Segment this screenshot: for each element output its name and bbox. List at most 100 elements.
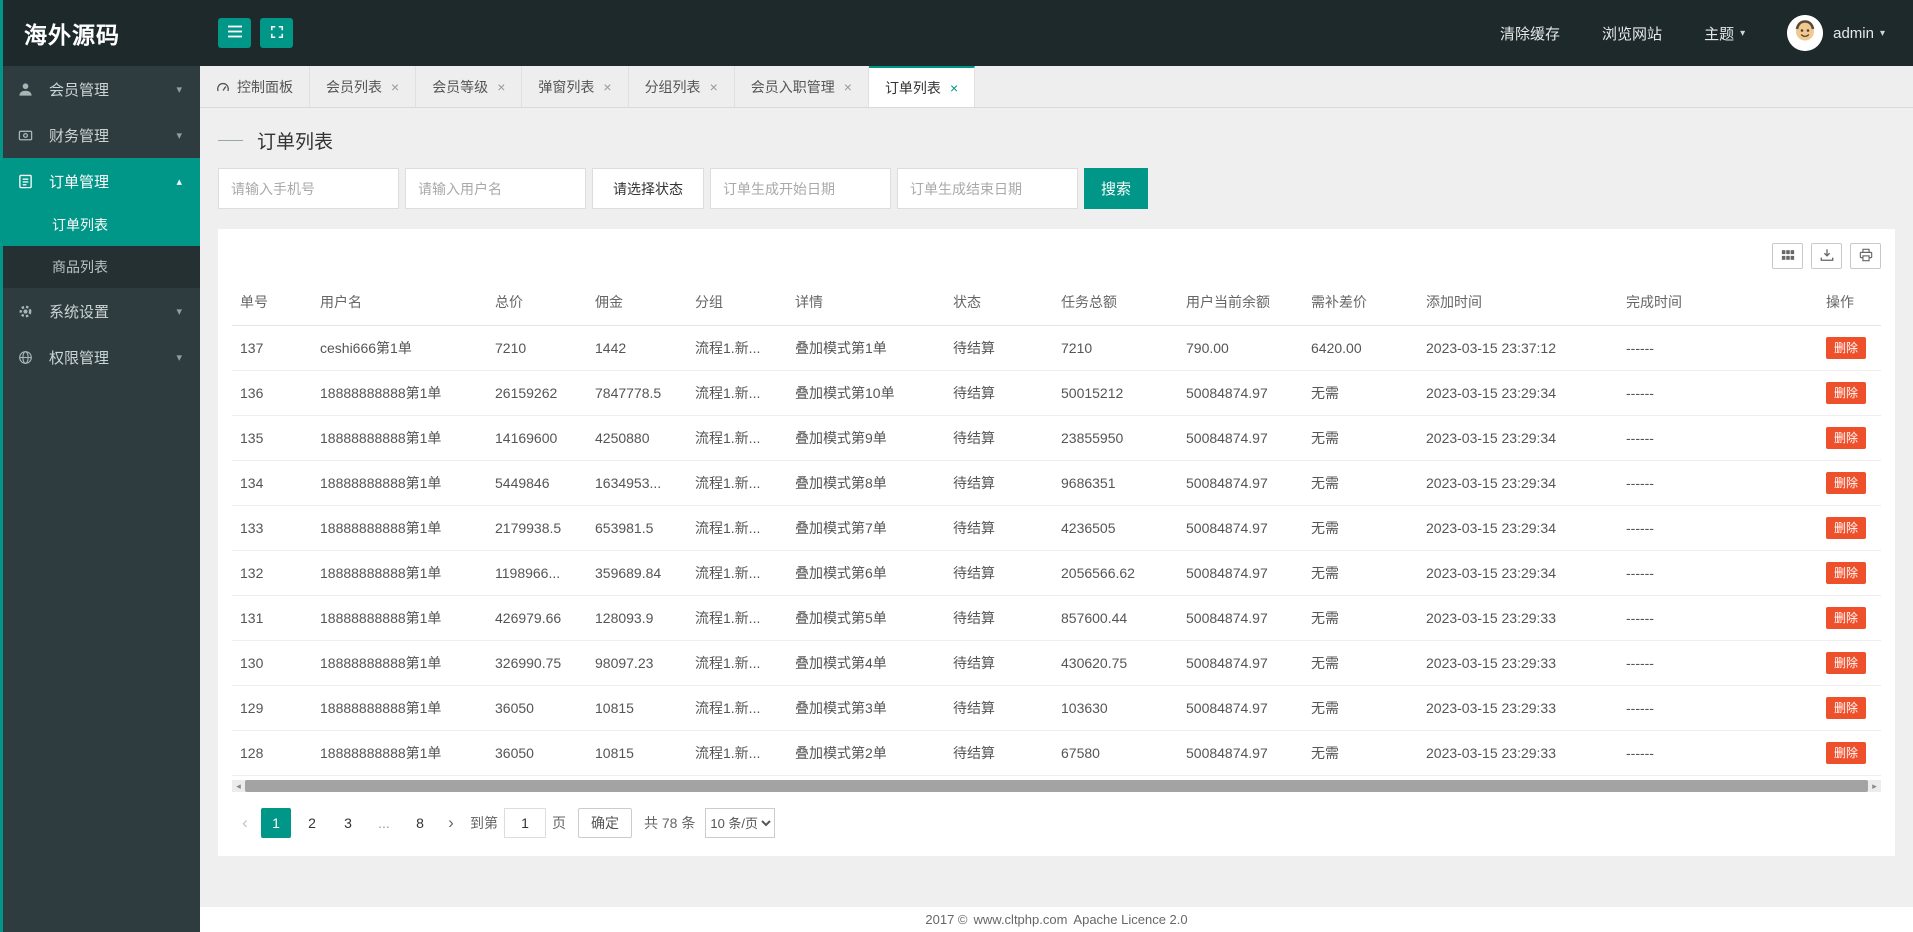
download-icon	[1820, 248, 1834, 265]
delete-button[interactable]: 删除	[1826, 427, 1867, 449]
scrollbar-thumb[interactable]	[245, 780, 1868, 792]
search-button[interactable]: 搜索	[1084, 168, 1148, 209]
phone-input[interactable]	[218, 168, 399, 209]
delete-button[interactable]: 删除	[1826, 472, 1867, 494]
user-avatar[interactable]	[1787, 15, 1824, 51]
chevron-up-icon: ▴	[176, 175, 182, 188]
end-date-input[interactable]	[897, 168, 1078, 209]
content: 订单列表 请选择状态 搜索 单号用户名总价佣金分组详情状	[200, 108, 1913, 856]
column-header: 添加时间	[1418, 279, 1618, 326]
table-row: 128 18888888888第1单 36050 10815 流程1.新... 叠加模式第…	[232, 730, 1881, 776]
finance-icon	[18, 127, 39, 143]
title-line	[218, 139, 243, 141]
table-row: 137 ceshi666第1单 7210 1442 流程1.新... 叠加模式第1单 待结算…	[232, 325, 1881, 371]
table-body: 137 ceshi666第1单 7210 1442 流程1.新... 叠加模式第1单 待结算…	[232, 325, 1881, 776]
table-row: 135 18888888888第1单 14169600 4250880 流程1.新...…	[232, 415, 1881, 461]
delete-button[interactable]: 删除	[1826, 697, 1867, 719]
sidebar-item-system[interactable]: 系统设置 ▾	[0, 288, 200, 334]
horizontal-scrollbar[interactable]: ◂ ▸	[232, 780, 1881, 792]
table-row: 130 18888888888第1单 326990.75 98097.23 流程1.新.…	[232, 640, 1881, 686]
username-label: admin	[1833, 24, 1874, 42]
footer: 2017 © www.cltphp.com Apache Licence 2.0	[200, 907, 1913, 932]
page-size-select[interactable]: 10 条/页	[705, 808, 776, 838]
page-button-2[interactable]: 2	[297, 808, 327, 838]
columns-button[interactable]	[1772, 243, 1803, 269]
tab-popup-list[interactable]: 弹窗列表 ×	[522, 66, 629, 107]
topbar-right: 清除缓存 浏览网站 主题 ▾ admin ▾	[1458, 15, 1913, 51]
table-header-row: 单号 用户名 总价 佣金 分组 详情 状态 任务总额 用户当前余额 需补差价 添加时间 完成时间 操作	[232, 279, 1881, 326]
column-header: 用户名	[312, 279, 487, 326]
prev-page-button[interactable]: ‹	[232, 813, 258, 833]
clear-cache-link[interactable]: 清除缓存	[1500, 23, 1560, 44]
browse-site-link[interactable]: 浏览网站	[1602, 23, 1662, 44]
column-header: 总价	[487, 279, 587, 326]
user-menu[interactable]: admin ▾	[1833, 25, 1885, 42]
page-title-text: 订单列表	[257, 131, 334, 153]
sidebar-item-orders[interactable]: 订单管理 ▴	[0, 158, 200, 204]
close-icon[interactable]: ×	[844, 80, 852, 94]
table-row: 129 18888888888第1单 36050 10815 流程1.新... 叠加模式第…	[232, 685, 1881, 731]
close-icon[interactable]: ×	[603, 80, 611, 94]
sidebar-item-order-list[interactable]: 订单列表	[0, 204, 200, 246]
column-header: 分组	[687, 279, 787, 326]
order-table-card: 单号 用户名 总价 佣金 分组 详情 状态 任务总额 用户当前余额 需补差价 添加时间 完成时间 操作 …	[218, 229, 1895, 856]
next-page-button[interactable]: ›	[438, 813, 464, 833]
tab-member-list[interactable]: 会员列表 ×	[310, 66, 417, 107]
tab-order-list[interactable]: 订单列表 ×	[868, 66, 976, 107]
left-accent-border	[0, 0, 3, 932]
orders-table: 单号 用户名 总价 佣金 分组 详情 状态 任务总额 用户当前余额 需补差价 添加时间 完成时间 操作 …	[232, 279, 1881, 776]
sidebar-item-permissions[interactable]: 权限管理 ▾	[0, 334, 200, 380]
user-icon	[18, 81, 39, 97]
column-header: 状态	[945, 279, 1053, 326]
delete-button[interactable]: 删除	[1826, 742, 1867, 764]
tab-member-level[interactable]: 会员等级 ×	[416, 66, 523, 107]
page-button-8[interactable]: 8	[405, 808, 435, 838]
start-date-input[interactable]	[710, 168, 891, 209]
scroll-left-icon[interactable]: ◂	[232, 780, 245, 792]
fullscreen-button[interactable]	[260, 18, 293, 48]
settings-icon	[18, 303, 39, 319]
tab-dashboard[interactable]: 控制面板	[200, 66, 310, 107]
delete-button[interactable]: 删除	[1826, 562, 1867, 584]
chevron-down-icon: ▾	[1879, 27, 1885, 39]
delete-button[interactable]: 删除	[1826, 652, 1867, 674]
footer-license: Apache Licence 2.0	[1073, 912, 1188, 927]
page-button-1[interactable]: 1	[261, 808, 291, 838]
goto-confirm-button[interactable]: 确定	[578, 808, 632, 838]
goto-page-input[interactable]	[504, 808, 546, 838]
column-header: 操作	[1818, 279, 1881, 326]
delete-button[interactable]: 删除	[1826, 607, 1867, 629]
goto-prefix-label: 到第	[470, 815, 498, 831]
username-input[interactable]	[405, 168, 586, 209]
sidebar-item-product-list[interactable]: 商品列表	[0, 246, 200, 288]
column-header: 需补差价	[1303, 279, 1418, 326]
delete-button[interactable]: 删除	[1826, 337, 1867, 359]
dashboard-icon	[216, 80, 230, 94]
sidebar-toggle-button[interactable]	[218, 18, 251, 48]
status-select-button[interactable]: 请选择状态	[592, 168, 704, 209]
goto-suffix-label: 页	[552, 815, 566, 831]
scroll-right-icon[interactable]: ▸	[1868, 780, 1881, 792]
column-header: 详情	[787, 279, 945, 326]
download-button[interactable]	[1811, 243, 1842, 269]
close-icon[interactable]: ×	[710, 80, 718, 94]
chevron-down-icon: ▾	[176, 351, 182, 364]
print-button[interactable]	[1850, 243, 1881, 269]
close-icon[interactable]: ×	[391, 80, 399, 94]
tab-group-list[interactable]: 分组列表 ×	[629, 66, 735, 107]
delete-button[interactable]: 删除	[1826, 382, 1867, 404]
delete-button[interactable]: 删除	[1826, 517, 1867, 539]
table-toolbar	[232, 243, 1881, 269]
sidebar-item-finance[interactable]: 财务管理 ▾	[0, 112, 200, 158]
footer-site-link[interactable]: www.cltphp.com	[974, 912, 1068, 927]
tab-member-onboarding[interactable]: 会员入职管理 ×	[735, 66, 869, 107]
theme-dropdown[interactable]: 主题 ▾	[1704, 23, 1745, 44]
sidebar-item-members[interactable]: 会员管理 ▾	[0, 66, 200, 112]
close-icon[interactable]: ×	[497, 80, 505, 94]
expand-icon	[270, 25, 284, 42]
topbar-buttons	[200, 18, 302, 48]
column-header: 任务总额	[1053, 279, 1178, 326]
sidebar-nav: 会员管理 ▾ 财务管理 ▾ 订单管理 ▴ 订单列表 商品列表 系统设置 ▾ 权限管理 ▾	[0, 66, 200, 932]
page-button-3[interactable]: 3	[333, 808, 363, 838]
close-icon[interactable]: ×	[950, 81, 958, 95]
